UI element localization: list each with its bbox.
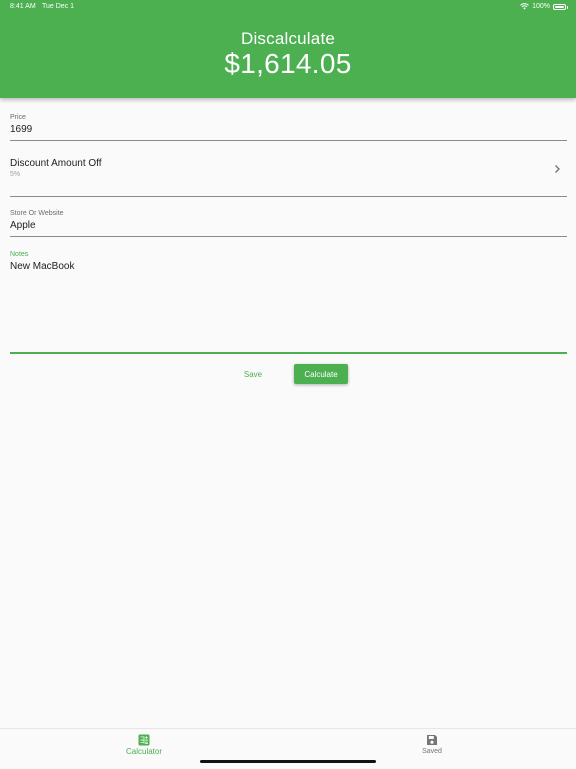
nav-calculator-label: Calculator [125,747,162,756]
battery-percentage: 100% [532,3,550,10]
nav-calculator[interactable]: Calculator [104,729,184,769]
price-input[interactable]: 1699 [10,124,32,135]
wifi-icon [520,3,529,10]
discount-selector[interactable]: Discount Amount Off 5% [10,150,567,197]
nav-saved-label: Saved [422,748,442,755]
chevron-right-icon [555,165,560,173]
discount-label: Discount Amount Off [10,158,102,169]
price-field[interactable]: Price 1699 [10,110,567,141]
notes-input[interactable]: New MacBook [10,261,74,272]
app-title: Discalculate [240,29,336,48]
status-time: 8:41 AM [10,3,36,10]
discount-value: 5% [10,171,21,178]
store-input[interactable]: Apple [10,220,36,231]
status-indicators: 100% [520,3,568,10]
status-date: Tue Dec 1 [42,3,75,10]
home-indicator [200,760,376,763]
battery-icon [553,3,568,10]
store-field[interactable]: Store Or Website Apple [10,206,567,237]
notes-field[interactable]: Notes New MacBook [10,248,567,354]
notes-label: Notes [10,251,29,258]
save-icon [427,735,437,745]
price-label: Price [10,114,26,121]
calculator-icon [138,734,150,746]
store-label: Store Or Website [10,210,64,217]
result-amount: $1,614.05 [224,48,352,79]
status-bar: 8:41 AM Tue Dec 1 100% [0,0,576,14]
nav-saved[interactable]: Saved [392,729,472,769]
app-header: 8:41 AM Tue Dec 1 100% Discalculate $1,6… [0,0,576,98]
save-button[interactable]: Save [232,365,274,384]
calculate-button[interactable]: Calculate [294,364,348,384]
